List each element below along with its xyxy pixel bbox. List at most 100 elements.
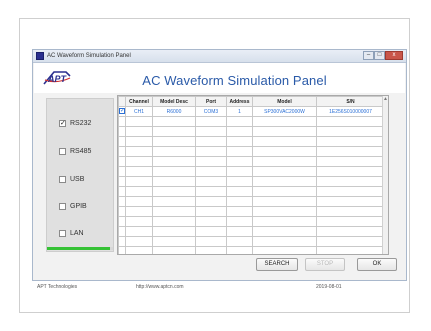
interface-label: GPIB	[70, 202, 87, 210]
table-cell	[152, 226, 196, 237]
table-cell	[252, 166, 317, 177]
lan-checkbox[interactable]	[59, 229, 66, 237]
table-cell	[316, 196, 385, 207]
table-cell	[195, 116, 227, 127]
table-cell	[316, 146, 385, 157]
table-cell	[118, 246, 126, 254]
table-cell	[125, 116, 153, 127]
title-bar[interactable]: AC Waveform Simulation Panel – □ x	[33, 50, 406, 63]
table-cell: R6000	[152, 106, 196, 117]
usb-checkbox[interactable]	[59, 175, 66, 183]
table-row	[118, 236, 385, 247]
table-cell	[118, 206, 126, 217]
table-row	[118, 216, 385, 227]
rs232-checkbox[interactable]: ✓	[59, 119, 66, 127]
table-row	[118, 226, 385, 237]
gpib-checkbox[interactable]	[59, 202, 66, 210]
interface-lan[interactable]: LAN	[59, 227, 84, 239]
column-header[interactable]: Address	[226, 96, 253, 107]
table-row	[118, 116, 385, 127]
maximize-button[interactable]: □	[374, 51, 385, 60]
column-header[interactable]	[118, 96, 126, 107]
table-cell	[195, 156, 227, 167]
interface-rs485[interactable]: RS485	[59, 145, 91, 157]
table-cell	[118, 236, 126, 247]
table-cell	[226, 116, 253, 127]
table-cell	[195, 126, 227, 137]
interface-label: RS232	[70, 119, 92, 127]
table-cell	[152, 126, 196, 137]
table-row	[118, 176, 385, 187]
device-table: Channel Model Desc Port Address Model S/N ✓ CH…	[117, 95, 389, 255]
table-cell	[195, 166, 227, 177]
table-cell	[195, 236, 227, 247]
column-header[interactable]: Model Desc	[152, 96, 196, 107]
table-cell	[195, 216, 227, 227]
minimize-button[interactable]: –	[363, 51, 374, 60]
progress-fill	[47, 247, 110, 250]
table-cell	[226, 236, 253, 247]
panel-title: AC Waveform Simulation Panel	[142, 73, 327, 88]
table-cell	[118, 166, 126, 177]
table-cell	[252, 246, 317, 254]
window-title: AC Waveform Simulation Panel	[47, 53, 131, 59]
rs485-checkbox[interactable]	[59, 147, 66, 155]
app-window: AC Waveform Simulation Panel – □ x APT A…	[32, 49, 407, 281]
device-grid: Channel Model Desc Port Address Model S/N ✓ CH…	[118, 96, 385, 254]
interface-label: LAN	[70, 229, 84, 237]
interface-gpib[interactable]: GPIB	[59, 200, 87, 212]
table-cell	[152, 206, 196, 217]
ok-button[interactable]: OK	[357, 258, 397, 271]
table-row	[118, 186, 385, 197]
table-cell	[252, 216, 317, 227]
table-cell	[226, 186, 253, 197]
table-cell: COM3	[195, 106, 227, 117]
row-select-checkbox[interactable]: ✓	[118, 106, 126, 117]
table-cell	[195, 206, 227, 217]
stop-button[interactable]: STOP	[305, 258, 345, 271]
table-row[interactable]: ✓ CH1 R6000 COM3 1 SP300VAC2000W 1E256S0100000…	[118, 106, 385, 117]
column-header[interactable]: Channel	[125, 96, 153, 107]
table-cell	[152, 186, 196, 197]
header-band: APT AC Waveform Simulation Panel	[34, 63, 405, 93]
table-cell	[118, 126, 126, 137]
checkbox-icon[interactable]: ✓	[119, 108, 125, 115]
table-cell	[152, 196, 196, 207]
table-cell	[125, 186, 153, 197]
column-header[interactable]: Port	[195, 96, 227, 107]
table-cell: SP300VAC2000W	[252, 106, 317, 117]
table-cell	[125, 196, 153, 207]
table-cell	[118, 176, 126, 187]
table-cell	[125, 166, 153, 177]
table-cell	[118, 136, 126, 147]
column-header[interactable]: Model	[252, 96, 317, 107]
table-cell	[252, 186, 317, 197]
table-cell	[316, 206, 385, 217]
interface-rs232[interactable]: ✓ RS232	[59, 117, 91, 129]
column-header[interactable]: S/N	[316, 96, 385, 107]
table-scrollbar[interactable]: ▲	[382, 96, 388, 254]
table-cell	[152, 166, 196, 177]
table-cell	[316, 136, 385, 147]
table-cell	[226, 156, 253, 167]
table-cell	[252, 136, 317, 147]
table-cell	[316, 166, 385, 177]
interface-usb[interactable]: USB	[59, 173, 84, 185]
window-controls: – □ x	[363, 51, 403, 61]
table-cell: CH1	[125, 106, 153, 117]
table-cell	[226, 136, 253, 147]
table-cell	[118, 196, 126, 207]
table-cell	[226, 146, 253, 157]
table-cell	[152, 176, 196, 187]
scroll-up-icon[interactable]: ▲	[383, 96, 388, 102]
table-cell	[195, 136, 227, 147]
table-cell	[316, 126, 385, 137]
search-button[interactable]: SEARCH	[256, 258, 298, 271]
table-cell	[316, 246, 385, 254]
table-cell	[195, 196, 227, 207]
footer-company: APT Technologies	[37, 284, 78, 290]
table-row	[118, 246, 385, 254]
table-cell	[195, 246, 227, 254]
close-button[interactable]: x	[385, 51, 403, 60]
table-cell	[316, 216, 385, 227]
